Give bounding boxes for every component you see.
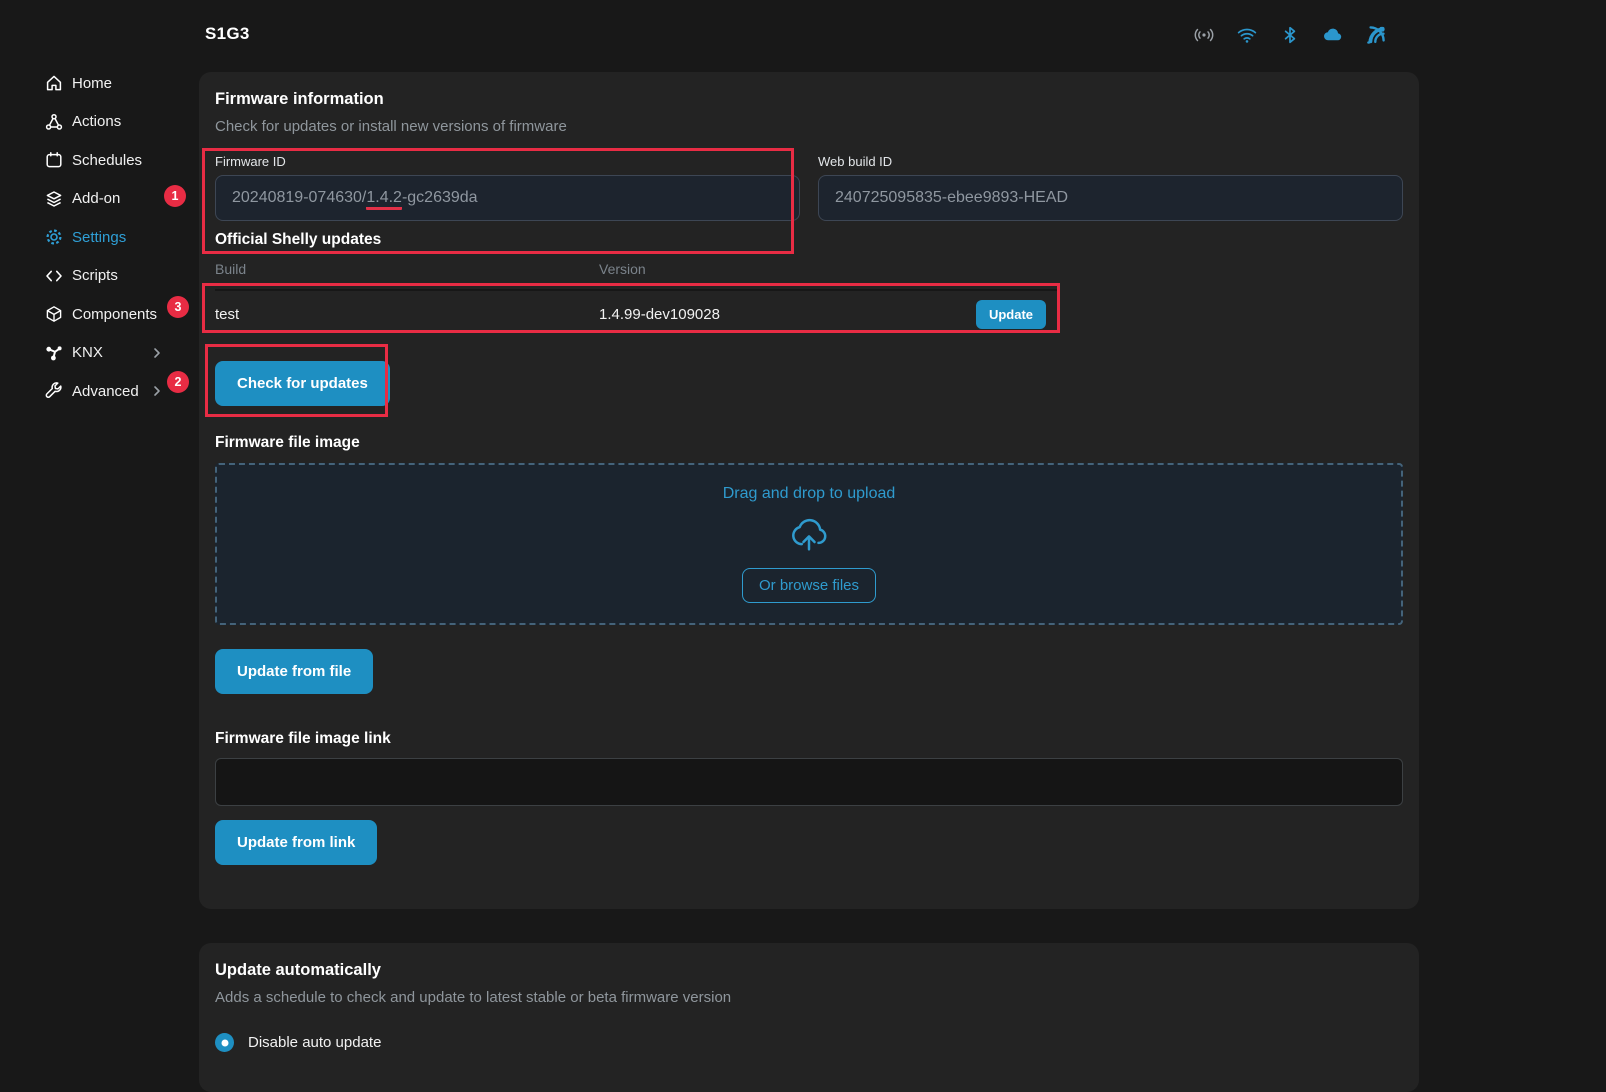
firmware-link-input[interactable] [215,758,1403,806]
main-content: Firmware information Check for updates o… [199,72,1419,1092]
card-title: Update automatically [215,961,1403,980]
cloud-icon [1322,24,1344,46]
sidebar-item-label: Home [72,75,112,92]
column-version: Version [599,261,646,277]
firmware-id-field-group: Firmware ID 20240819-074630/1.4.2-gc2639… [215,154,800,221]
bluetooth-icon [1279,24,1301,46]
cube-icon [44,304,64,324]
sidebar-item-schedules[interactable]: Schedules [0,141,182,180]
firmware-id-input[interactable]: 20240819-074630/1.4.2-gc2639da [215,175,800,221]
sidebar-item-label: Components [72,306,157,323]
calendar-icon [44,150,64,170]
radio-label: Disable auto update [248,1034,381,1051]
browse-files-button[interactable]: Or browse files [742,568,876,603]
disable-auto-update-option[interactable]: Disable auto update [215,1033,1403,1052]
sidebar-item-home[interactable]: Home [0,64,182,103]
file-drop-zone[interactable]: Drag and drop to upload Or browse files [215,463,1403,625]
updates-table: Build Version test 1.4.99-dev109028 Upda… [215,261,1060,337]
layers-icon [44,189,64,209]
sidebar-item-label: Settings [72,229,126,246]
version-highlight: 1.4.2 [366,189,402,210]
version-cell: 1.4.99-dev109028 [599,306,976,323]
card-subtitle: Adds a schedule to check and update to l… [215,989,1403,1006]
firmware-id-label: Firmware ID [215,154,800,169]
code-icon [44,266,64,286]
sidebar: Home Actions Schedules Add-on Settings S… [0,64,182,411]
radio-selected-icon[interactable] [215,1033,234,1052]
update-automatically-card: Update automatically Adds a schedule to … [199,943,1419,1092]
page-title: S1G3 [205,24,250,44]
card-subtitle: Check for updates or install new version… [215,118,1403,135]
sidebar-item-actions[interactable]: Actions [0,103,182,142]
sidebar-item-label: Scripts [72,267,118,284]
sidebar-item-scripts[interactable]: Scripts [0,257,182,296]
firmware-file-link-heading: Firmware file image link [215,730,1403,748]
home-icon [44,73,64,93]
upload-cloud-icon [786,512,832,558]
web-build-id-field-group: Web build ID 240725095835-ebee9893-HEAD [818,154,1403,221]
status-bar [1193,24,1387,46]
wifi-icon [1236,24,1258,46]
actions-icon [44,112,64,132]
access-point-icon [1193,24,1215,46]
official-updates-heading: Official Shelly updates [215,231,1403,249]
sidebar-item-components[interactable]: Components [0,295,182,334]
update-from-link-button[interactable]: Update from link [215,820,377,865]
sidebar-item-addon[interactable]: Add-on [0,180,182,219]
check-for-updates-button[interactable]: Check for updates [215,361,390,406]
sidebar-item-label: Advanced [72,383,139,400]
chevron-right-icon [150,384,164,398]
firmware-id-grid: Firmware ID 20240819-074630/1.4.2-gc2639… [215,154,1403,221]
sidebar-item-label: KNX [72,344,103,361]
sidebar-item-label: Actions [72,113,121,130]
wrench-icon [44,381,64,401]
sidebar-item-label: Schedules [72,152,142,169]
knx-network-icon [44,343,64,363]
chevron-right-icon [150,346,164,360]
update-from-file-button[interactable]: Update from file [215,649,373,694]
card-title: Firmware information [215,90,1403,109]
gear-icon [44,227,64,247]
sidebar-item-knx[interactable]: KNX [0,334,182,373]
sidebar-item-settings[interactable]: Settings [0,218,182,257]
firmware-information-card: Firmware information Check for updates o… [199,72,1419,909]
range-extender-icon [1365,24,1387,46]
sidebar-item-advanced[interactable]: Advanced [0,372,182,411]
table-header: Build Version [215,261,1060,289]
web-build-id-input[interactable]: 240725095835-ebee9893-HEAD [818,175,1403,221]
column-build: Build [215,261,599,277]
web-build-id-label: Web build ID [818,154,1403,169]
sidebar-item-label: Add-on [72,190,120,207]
drop-zone-text: Drag and drop to upload [723,485,896,503]
build-cell: test [215,306,599,323]
update-button[interactable]: Update [976,300,1046,329]
firmware-file-image-heading: Firmware file image [215,434,1403,452]
table-row: test 1.4.99-dev109028 Update [215,289,1060,337]
